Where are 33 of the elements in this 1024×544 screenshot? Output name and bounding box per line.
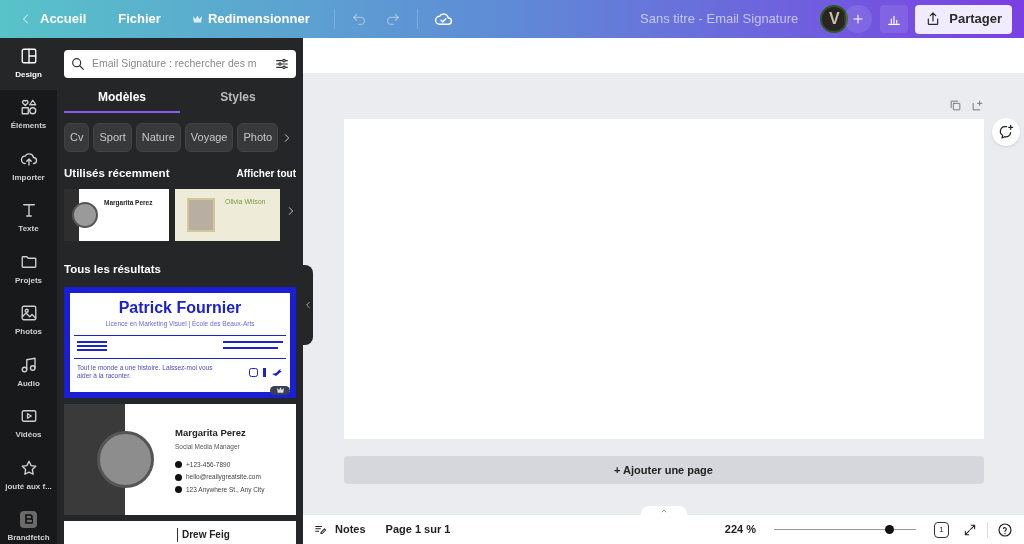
page-indicator: Page 1 sur 1 (385, 522, 451, 538)
sidebar-item[interactable]: Texte (0, 192, 57, 244)
zoom-percent[interactable]: 224 % (724, 521, 756, 538)
template-thumbnail[interactable]: Drew Feig (64, 520, 296, 544)
filter-chip[interactable]: Voyage (184, 123, 234, 152)
sidebar-item[interactable]: Importer (0, 141, 57, 193)
sidebar-item[interactable]: Vidéos (0, 398, 57, 450)
template-name: Margarita Perez (175, 425, 247, 440)
panel-tab[interactable]: Styles (180, 83, 296, 113)
sidebar-item[interactable]: Éléments (0, 89, 57, 141)
search-field[interactable]: Email Signature : rechercher des m (92, 56, 268, 72)
share-button[interactable]: Partager (915, 4, 1012, 34)
filter-chip[interactable]: Sport (93, 123, 132, 152)
section-title: Tous les résultats (64, 262, 162, 278)
sidebar-item[interactable]: Brandfetch (0, 501, 57, 544)
section-title: Utilisés récemment (64, 166, 170, 181)
sidebar-item[interactable]: Photos (0, 295, 57, 347)
filter-chip[interactable]: Photo (237, 123, 279, 152)
filter-chip[interactable]: Cv (64, 123, 90, 152)
sidebar-item[interactable]: jouté aux f... (0, 450, 57, 502)
show-all-link[interactable]: Afficher tout (236, 166, 296, 182)
add-page-bar[interactable]: + Ajouter une page (343, 456, 984, 484)
filter-chip[interactable]: Nature (135, 123, 181, 152)
notes-button[interactable]: Notes (314, 521, 366, 538)
panel-tab[interactable]: Modèles (64, 83, 180, 113)
template-name: Patrick Fournier (118, 297, 242, 318)
sidebar-item[interactable]: Audio (0, 347, 57, 399)
avatar[interactable]: V (820, 5, 849, 33)
sidebar-item[interactable]: Projets (0, 244, 57, 296)
search-bar[interactable]: Email Signature : rechercher des m (64, 50, 296, 78)
template-name: Drew Feig (177, 527, 230, 542)
page-count-button[interactable]: 1 (934, 521, 949, 538)
sidebar-item[interactable]: Design (0, 38, 57, 90)
